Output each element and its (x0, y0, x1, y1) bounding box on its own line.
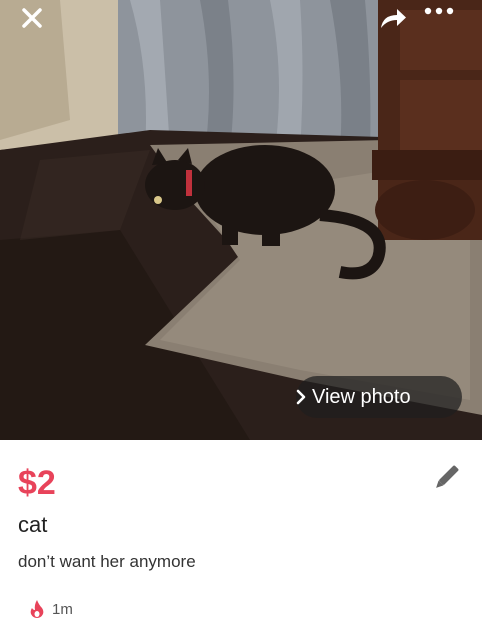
flame-icon (30, 600, 44, 618)
cat-photo-image (0, 0, 482, 440)
listing-title: cat (18, 512, 48, 537)
chevron-right-icon (296, 389, 306, 405)
close-icon (22, 8, 42, 28)
more-dots-icon (424, 7, 454, 15)
listing-meta: 1m (30, 600, 73, 618)
listing-price: $2 (18, 464, 56, 502)
view-photo-label: View photo (312, 385, 411, 408)
share-icon (381, 9, 406, 28)
listing-photo[interactable]: View photo (0, 0, 482, 440)
listing-details: $2 cat don’t want her anymore 1m (0, 440, 482, 627)
listing-description: don’t want her anymore (18, 552, 196, 571)
share-button[interactable] (378, 6, 418, 42)
listing-age: 1m (52, 600, 73, 618)
pencil-icon (436, 465, 459, 488)
view-photo-button[interactable]: View photo (296, 376, 462, 418)
edit-listing-button[interactable] (432, 464, 462, 494)
more-options-button[interactable] (424, 6, 464, 42)
close-button[interactable] (20, 6, 56, 42)
